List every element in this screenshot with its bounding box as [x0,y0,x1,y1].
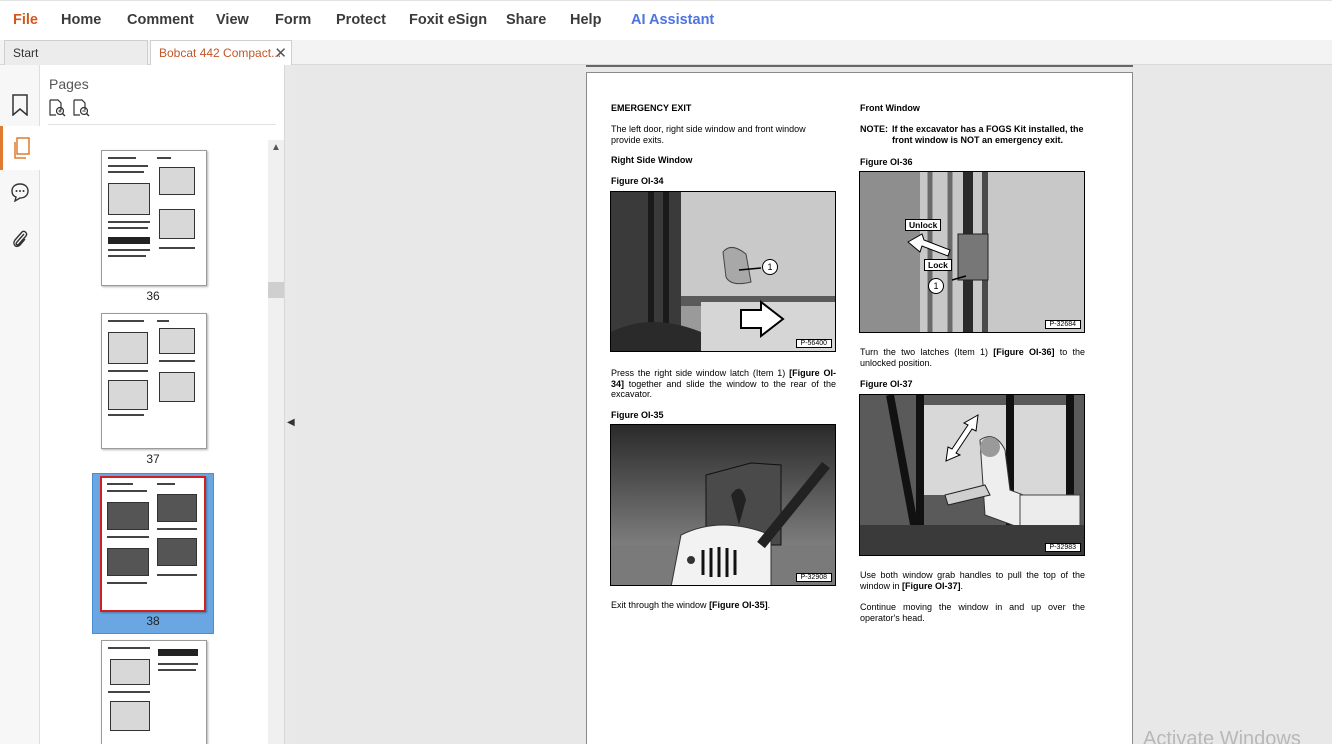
note-text: If the excavator has a FOGS Kit installe… [892,124,1084,145]
figure-window-latch: 1 P-56400 [610,191,836,352]
figure-reference: [Figure OI-37] [902,580,961,591]
para-text: . [960,580,964,591]
callout-1: 1 [762,259,778,275]
tab-document[interactable]: Bobcat 442 Compact... ✕ [150,40,292,66]
unlock-label: Unlock [905,219,942,231]
foxit-app-window: File Home Comment View Form Protect Foxi… [0,0,1332,744]
figure-reference: [Figure OI-36] [993,347,1055,357]
page-thumbnail-37[interactable] [101,313,207,449]
panel-title: Pages [49,76,89,92]
para-text: Use both window grab handles to pull the… [860,570,1085,591]
panel-splitter[interactable]: ◀ [284,65,296,744]
scroll-up-arrow-icon[interactable]: ▲ [271,142,281,153]
para-text: Turn the two latches (Item 1) [860,347,994,357]
previous-page-edge [586,65,1133,67]
section-heading-front-window: Front Window [860,103,920,113]
figure-label: Figure OI-36 [860,157,913,167]
scrollbar-thumb[interactable] [268,282,284,298]
menu-view[interactable]: View [216,12,249,28]
tab-document-label: Bobcat 442 Compact... [159,46,282,60]
figure-code: P-32983 [1044,543,1081,552]
lock-label: Lock [924,259,952,271]
thumbnail-label-36: 36 [146,289,160,303]
bookmark-icon[interactable] [0,83,40,127]
menu-protect[interactable]: Protect [336,12,386,28]
menu-foxit-esign[interactable]: Foxit eSign [409,12,487,28]
document-view[interactable]: EMERGENCY EXIT The left door, right side… [296,65,1332,744]
figure-label: Figure OI-34 [611,176,664,186]
comment-icon[interactable] [0,170,40,214]
navigation-rail [0,65,40,744]
paragraph-exit-window: Exit through the window [Figure OI-35]. [611,600,836,611]
note: NOTE: If the excavator has a FOGS Kit in… [860,124,1086,145]
intro-text: The left door, right side window and fro… [611,124,806,145]
paragraph-grab-handles: Use both window grab handles to pull the… [860,570,1085,591]
page-zoom-in-icon[interactable] [48,99,68,119]
menu-ai-assistant[interactable]: AI Assistant [631,12,714,28]
collapse-panel-icon[interactable]: ◀ [287,417,295,428]
figure-reference: [Figure OI-35] [709,600,768,610]
panel-divider [48,124,276,125]
paragraph-turn-latches: Turn the two latches (Item 1) [Figure OI… [860,347,1085,368]
pages-icon[interactable] [0,126,40,170]
page-zoom-out-icon[interactable] [72,99,92,119]
callout-1: 1 [928,278,944,294]
activate-windows-watermark: Activate Windows [1143,728,1301,744]
pages-panel: Pages 36 37 38 ▲ [40,65,284,744]
subheading-right-side-window: Right Side Window [611,155,693,165]
para-text: Press the right side window latch (Item … [611,368,790,378]
pdf-page: EMERGENCY EXIT The left door, right side… [586,72,1133,744]
figure-operator-window: P-32983 [859,394,1085,556]
menu-comment[interactable]: Comment [127,12,194,28]
figure-exit-window: P-32908 [610,424,836,586]
document-tab-bar: Start Bobcat 442 Compact... ✕ [0,40,1332,66]
thumbnail-label-38: 38 [146,614,160,628]
menu-help[interactable]: Help [570,12,601,28]
tab-start[interactable]: Start [4,40,148,65]
section-heading: EMERGENCY EXIT [611,103,692,113]
figure-label: Figure OI-37 [860,379,913,389]
pages-scrollbar[interactable]: ▲ [268,140,284,744]
thumbnail-label-37: 37 [146,452,160,466]
figure-code: P-32908 [795,573,832,582]
menu-form[interactable]: Form [275,12,311,28]
note-label: NOTE: [860,124,888,134]
paragraph-press-latch: Press the right side window latch (Item … [611,368,836,400]
page-thumbnail-36[interactable] [101,150,207,286]
figure-code: P-56400 [795,339,832,348]
figure-front-window-latch: Unlock Lock 1 P-32684 [859,171,1085,333]
menu-home[interactable]: Home [61,12,101,28]
menu-file[interactable]: File [13,12,38,28]
figure-code: P-32684 [1044,320,1081,329]
attachment-icon[interactable] [0,217,40,261]
para-text: . [767,600,771,610]
page-thumbnail-38[interactable] [100,476,206,612]
figure-label: Figure OI-35 [611,410,664,420]
para-text: Exit through the window [611,600,710,610]
menu-share[interactable]: Share [506,12,546,28]
menu-bar: File Home Comment View Form Protect Foxi… [0,0,1332,40]
paragraph-continue-moving: Continue moving the window in and up ove… [860,602,1085,623]
para-text: together and slide the window to the rea… [611,378,836,400]
tab-start-label: Start [13,46,39,60]
page-thumbnail-39[interactable] [101,640,207,744]
close-icon[interactable]: ✕ [274,44,287,62]
